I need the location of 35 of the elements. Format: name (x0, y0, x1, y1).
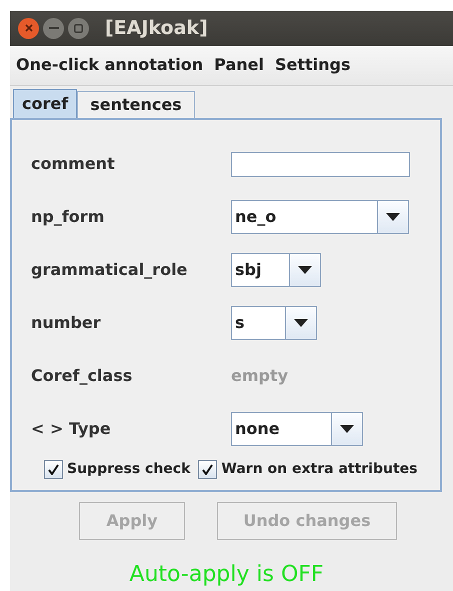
dropdown[interactable]: sbj (231, 253, 321, 288)
field-label: grammatical_role (31, 259, 188, 282)
tab[interactable]: coref (13, 88, 78, 118)
field-label: Coref_class (31, 365, 134, 388)
minimize-icon (48, 27, 58, 30)
check-icon (48, 464, 59, 475)
caret-icon (386, 213, 400, 222)
field-label: number (31, 312, 102, 334)
checkbox[interactable] (44, 460, 63, 479)
dropdown[interactable]: ne_o (231, 200, 409, 234)
menu-item[interactable]: Panel (211, 53, 267, 78)
close-icon (24, 24, 32, 32)
tab[interactable]: sentences (77, 90, 195, 118)
comment-field[interactable] (231, 152, 410, 177)
menu-item[interactable]: One-click annotation (13, 53, 206, 78)
caret-icon (298, 266, 312, 274)
menu-item[interactable]: Settings (272, 53, 354, 78)
caret-icon (294, 319, 308, 328)
caret-icon (340, 425, 354, 434)
checkbox[interactable] (198, 460, 218, 479)
field-label: < > Type (31, 418, 112, 440)
checkbox-label: Warn on extra attributes (221, 460, 418, 479)
minimize-button[interactable] (43, 18, 64, 39)
checkbox-label: Suppress check (67, 460, 190, 479)
dropdown[interactable]: none (231, 412, 363, 446)
dropdown[interactable]: s (231, 306, 317, 340)
maximize-icon (74, 24, 83, 33)
maximize-button[interactable] (68, 18, 89, 39)
field-value: empty (231, 365, 288, 388)
status-text: Auto-apply is OFF (129, 561, 324, 590)
field-label: comment (31, 153, 116, 176)
field-label: np_form (31, 206, 106, 228)
close-button[interactable] (18, 18, 39, 39)
window-title: [EAJkoak] (105, 16, 208, 42)
check-icon (202, 464, 214, 475)
